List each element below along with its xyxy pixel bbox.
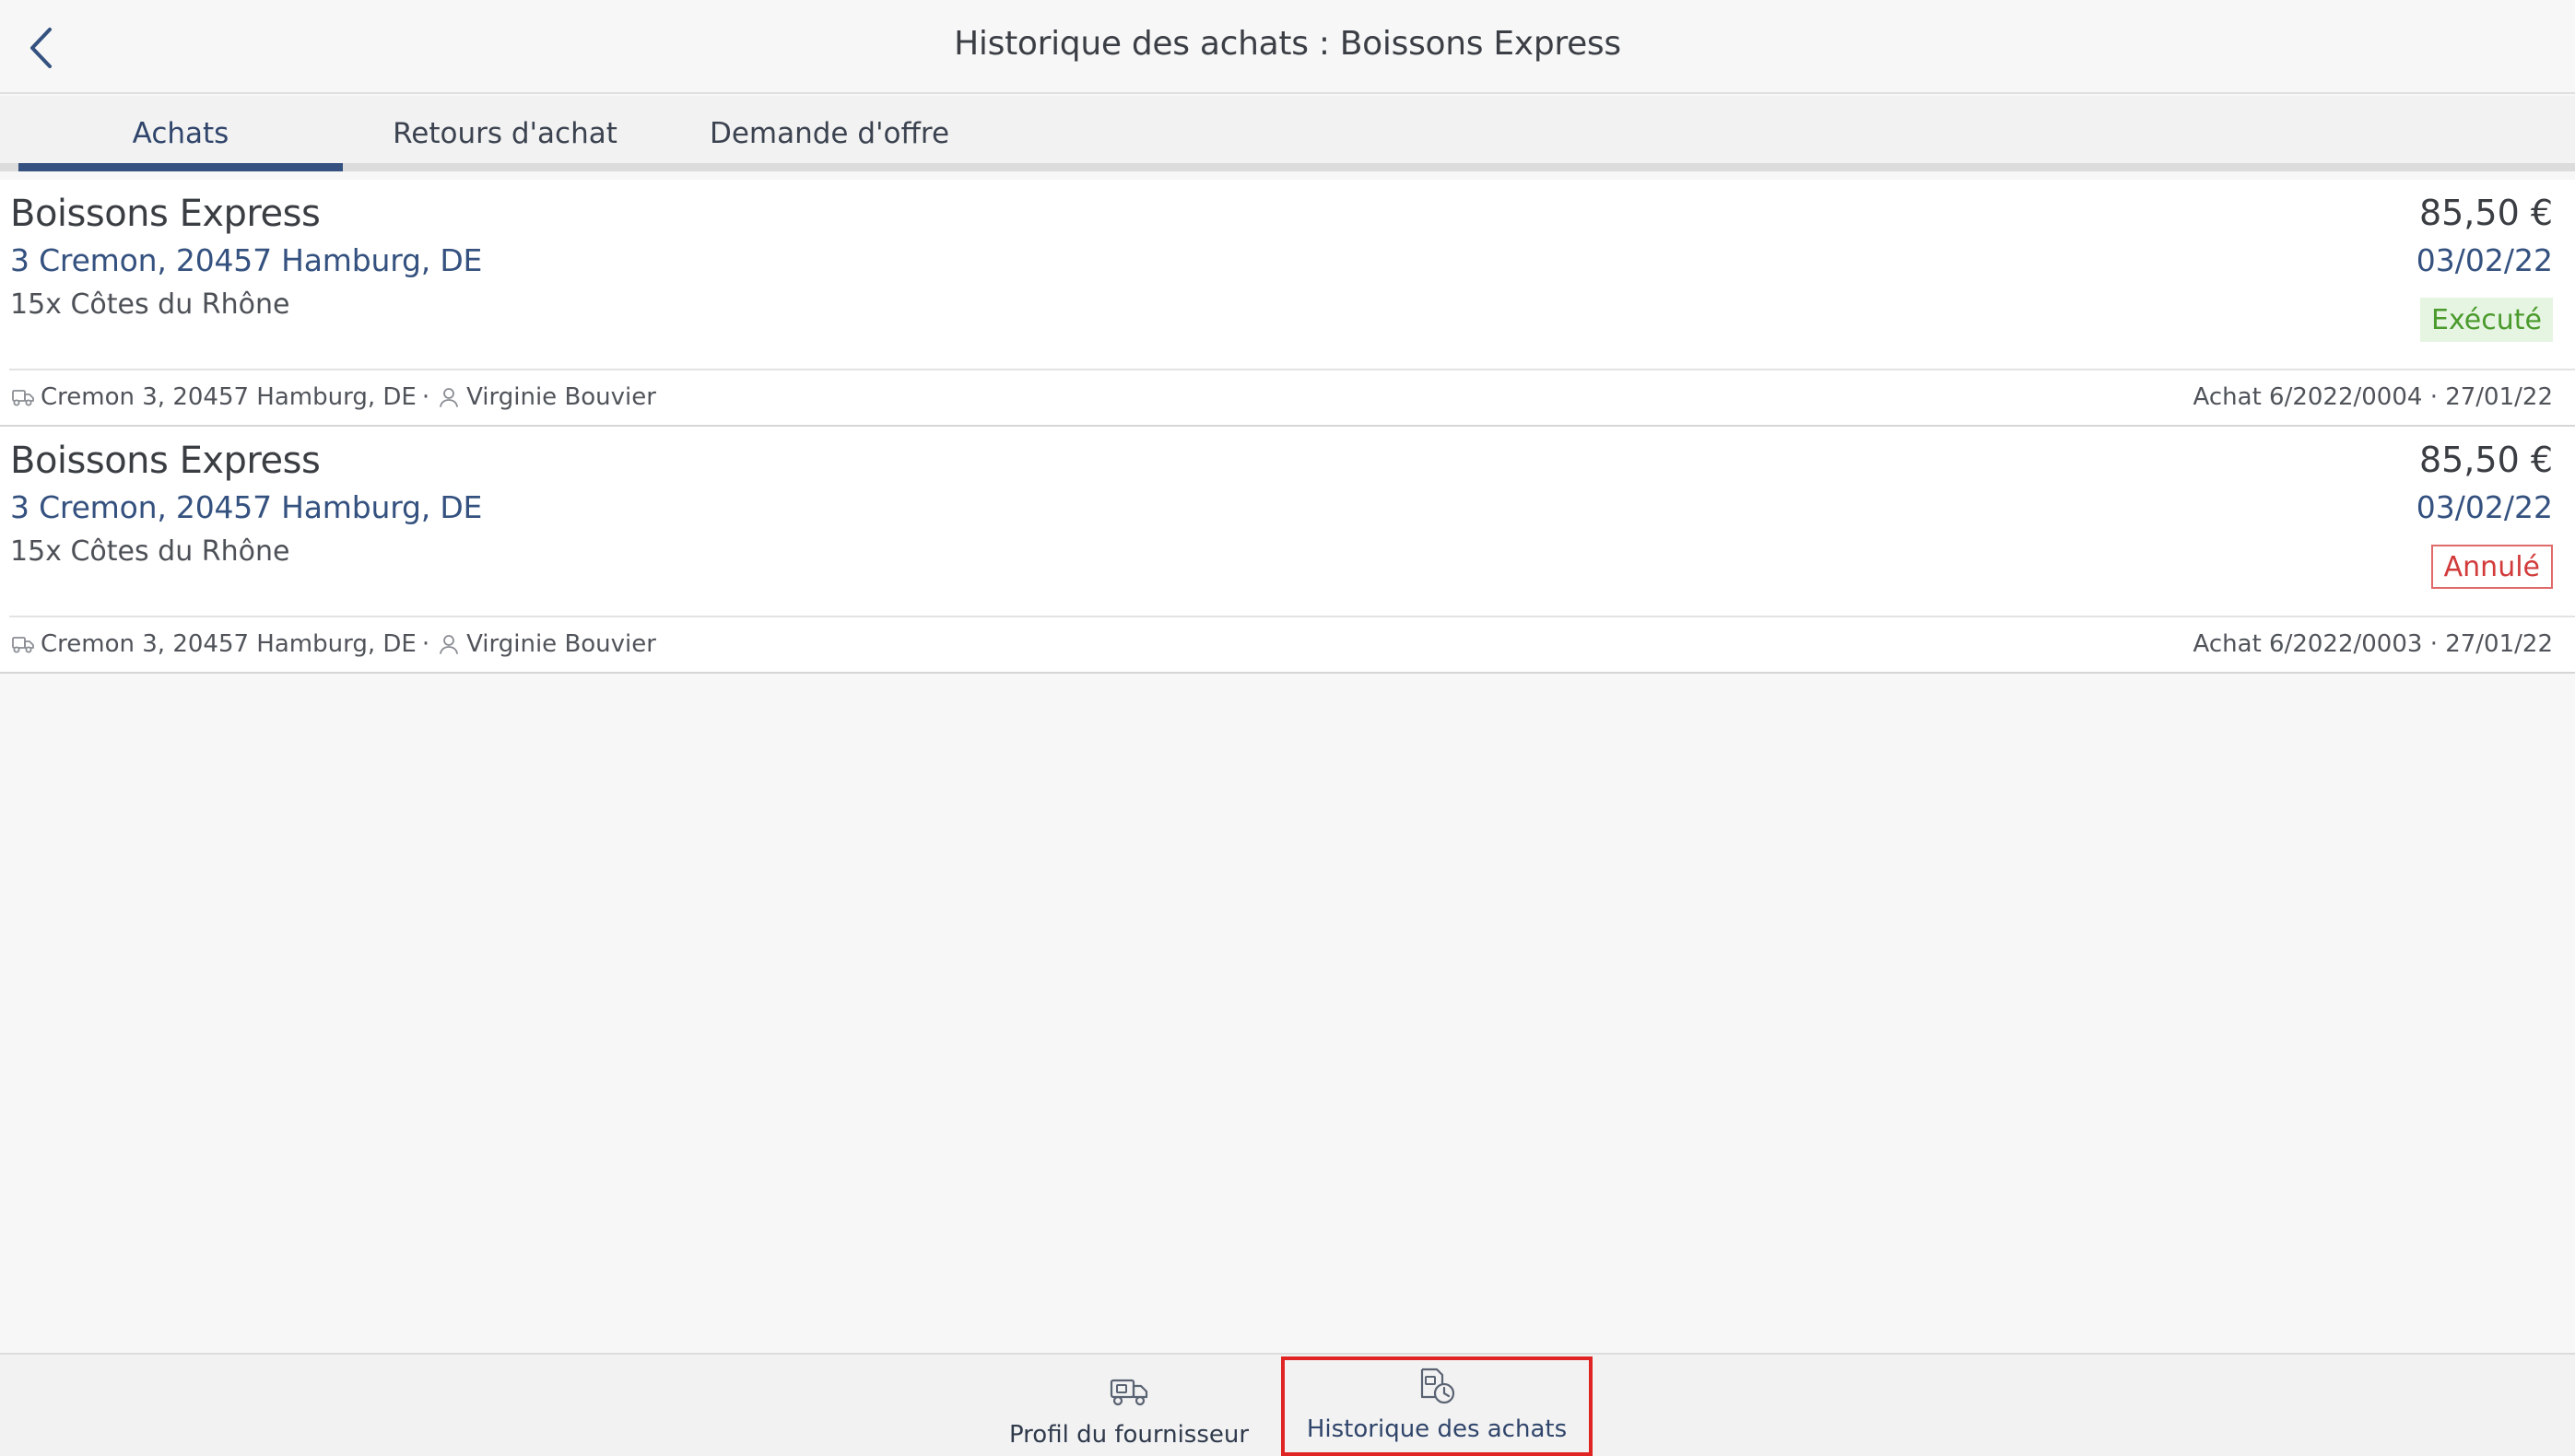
- purchase-items: 15x Côtes du Rhône: [10, 288, 290, 321]
- supplier-name: Boissons Express: [10, 440, 321, 482]
- delivery-address: Cremon 3, 20457 Hamburg, DE: [41, 630, 417, 658]
- status-badge: Annulé: [2430, 545, 2553, 589]
- purchase-date: 03/02/22: [2416, 489, 2553, 525]
- tab-bar: Achats Retours d'achat Demande d'offre: [0, 96, 2575, 171]
- user-icon: [435, 630, 463, 658]
- user-icon: [435, 383, 463, 411]
- contact-name: Virginie Bouvier: [466, 630, 656, 658]
- nav-label: Profil du fournisseur: [1008, 1421, 1250, 1449]
- tab-retours-achat[interactable]: Retours d'achat: [343, 96, 667, 171]
- purchase-items: 15x Côtes du Rhône: [10, 535, 290, 568]
- card-divider: [9, 616, 2575, 617]
- purchase-reference: Achat 6/2022/0003 · 27/01/22: [2193, 630, 2553, 658]
- supplier-address: 3 Cremon, 20457 Hamburg, DE: [10, 242, 483, 278]
- card-bottom-border: [0, 672, 2575, 674]
- purchase-card-main[interactable]: Boissons Express 3 Cremon, 20457 Hamburg…: [0, 180, 2575, 370]
- purchase-meta: Cremon 3, 20457 Hamburg, DE · Virginie B…: [9, 626, 656, 663]
- page-title: Historique des achats : Boissons Express: [954, 25, 1621, 63]
- purchase-card[interactable]: Boissons Express 3 Cremon, 20457 Hamburg…: [0, 180, 2575, 427]
- app-root: Historique des achats : Boissons Express…: [0, 0, 2575, 1456]
- history-icon: [1417, 1366, 1457, 1406]
- purchase-list: Boissons Express 3 Cremon, 20457 Hamburg…: [0, 180, 2575, 674]
- supplier-address: 3 Cremon, 20457 Hamburg, DE: [10, 489, 483, 525]
- bottom-navigation: Profil du fournisseur Historique des ach…: [0, 1353, 2575, 1456]
- top-bar: Historique des achats : Boissons Express: [0, 0, 2575, 94]
- delivery-truck-icon: [9, 383, 37, 411]
- meta-separator: ·: [421, 383, 430, 411]
- contact-name: Virginie Bouvier: [466, 383, 656, 411]
- tab-demande-offre[interactable]: Demande d'offre: [667, 96, 992, 171]
- purchase-card[interactable]: Boissons Express 3 Cremon, 20457 Hamburg…: [0, 427, 2575, 674]
- nav-label: Historique des achats: [1306, 1415, 1568, 1443]
- delivery-address: Cremon 3, 20457 Hamburg, DE: [41, 383, 417, 411]
- active-tab-indicator: [18, 163, 343, 171]
- supplier-name: Boissons Express: [10, 193, 321, 235]
- card-divider: [9, 369, 2575, 370]
- purchase-amount: 85,50 €: [2418, 440, 2553, 480]
- status-badge: Exécuté: [2420, 298, 2553, 342]
- purchase-reference: Achat 6/2022/0004 · 27/01/22: [2193, 383, 2553, 411]
- truck-icon: [1109, 1371, 1149, 1412]
- nav-supplier-profile[interactable]: Profil du fournisseur: [1005, 1355, 1253, 1456]
- nav-purchase-history[interactable]: Historique des achats: [1281, 1356, 1593, 1456]
- tab-achats[interactable]: Achats: [18, 96, 343, 171]
- purchase-card-main[interactable]: Boissons Express 3 Cremon, 20457 Hamburg…: [0, 427, 2575, 616]
- delivery-truck-icon: [9, 630, 37, 658]
- purchase-meta: Cremon 3, 20457 Hamburg, DE · Virginie B…: [9, 379, 656, 416]
- purchase-date: 03/02/22: [2416, 242, 2553, 278]
- purchase-amount: 85,50 €: [2418, 193, 2553, 233]
- meta-separator: ·: [421, 630, 430, 658]
